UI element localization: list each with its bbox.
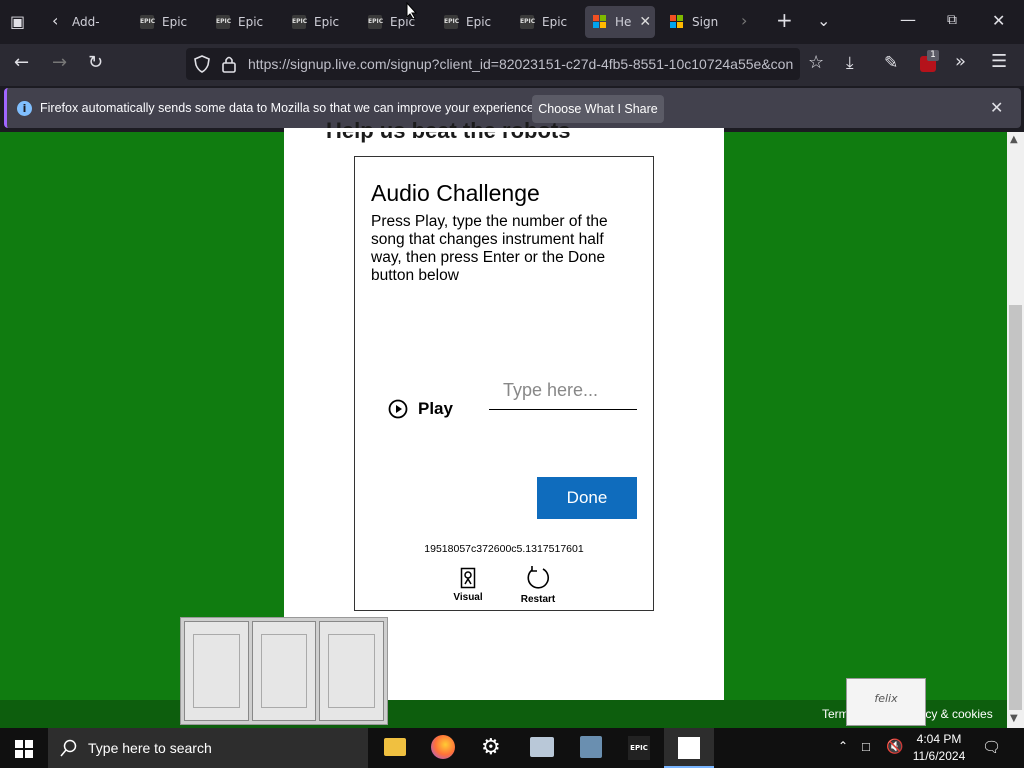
search-icon xyxy=(60,739,77,757)
cabinet-widget xyxy=(180,617,388,725)
restart-button[interactable]: Restart xyxy=(513,565,563,605)
epic-icon: EPIC xyxy=(520,15,535,29)
list-all-tabs-icon[interactable]: ⌄ xyxy=(817,13,830,29)
session-id: 19518057c372600c5.1317517601 xyxy=(424,543,584,555)
scroll-down-icon[interactable]: ▼ xyxy=(1010,713,1018,724)
cabinet-door xyxy=(184,621,249,721)
epic-icon: EPIC xyxy=(140,15,155,29)
restore-icon[interactable]: ⧉ xyxy=(947,12,957,28)
tab-2[interactable]: EPIC Epic xyxy=(140,6,196,38)
close-notification-icon[interactable]: ✕ xyxy=(990,100,1003,116)
tab-9[interactable]: Sign xyxy=(670,6,726,38)
epic-icon: EPIC xyxy=(368,15,383,29)
minimize-icon[interactable]: — xyxy=(900,12,916,28)
tab-1[interactable]: Add- xyxy=(72,6,116,38)
url-text[interactable]: https://signup.live.com/signup?client_id… xyxy=(248,56,800,74)
restart-icon xyxy=(527,566,550,589)
app-icon[interactable] xyxy=(580,736,602,758)
forward-icon[interactable]: → xyxy=(52,54,67,72)
play-label: Play xyxy=(418,399,453,418)
back-icon[interactable]: ← xyxy=(14,54,29,72)
menu-icon[interactable]: ☰ xyxy=(991,53,1007,71)
volume-muted-icon[interactable]: 🔇 xyxy=(886,738,903,755)
done-button[interactable]: Done xyxy=(537,477,637,519)
extensions-icon[interactable]: ✎ xyxy=(884,55,898,72)
tab-title: Epic xyxy=(238,15,264,29)
paw-app-icon xyxy=(678,737,700,759)
clock-time: 4:04 PM xyxy=(916,732,962,746)
visual-label: Visual xyxy=(453,592,483,603)
windows-start-icon[interactable] xyxy=(15,740,33,758)
epic-icon: EPIC xyxy=(292,15,307,29)
play-button[interactable]: Play xyxy=(388,398,453,420)
close-window-icon[interactable]: ✕ xyxy=(992,13,1005,29)
tab-title: Sign xyxy=(692,15,719,29)
tab-active[interactable]: He ✕ xyxy=(585,6,655,38)
tab-title: Epic xyxy=(542,15,568,29)
tab-3[interactable]: EPIC Epic xyxy=(216,6,272,38)
notification-text: Firefox automatically sends some data to… xyxy=(40,101,538,115)
new-tab-icon[interactable]: + xyxy=(776,10,793,30)
play-icon xyxy=(388,399,408,419)
microsoft-icon xyxy=(593,15,607,29)
close-tab-icon[interactable]: ✕ xyxy=(639,14,651,30)
captcha-title: Audio Challenge xyxy=(371,180,540,206)
search-placeholder: Type here to search xyxy=(88,740,212,756)
tab-4[interactable]: EPIC Epic xyxy=(292,6,348,38)
notifications-icon[interactable]: 🗨 xyxy=(982,738,1001,756)
mouse-cursor-icon xyxy=(406,2,418,20)
answer-input[interactable] xyxy=(489,372,637,410)
cabinet-door xyxy=(251,621,317,721)
tab-title: Add- xyxy=(72,15,100,29)
epic-games-icon[interactable]: EPIC xyxy=(628,736,650,760)
info-icon: i xyxy=(17,101,32,116)
cabinet-door xyxy=(319,621,385,721)
app-icon[interactable] xyxy=(530,737,554,757)
heading-clip xyxy=(284,128,724,132)
tab-overview-icon[interactable]: ▣ xyxy=(10,14,25,30)
tab-title: Epic xyxy=(314,15,340,29)
clock-date: 11/6/2024 xyxy=(912,749,966,763)
network-icon[interactable]: □ xyxy=(862,739,870,754)
epic-icon: EPIC xyxy=(216,15,231,29)
clock[interactable]: 4:04 PM 11/6/2024 xyxy=(912,732,966,763)
tab-6[interactable]: EPIC Epic xyxy=(444,6,500,38)
felix-box-widget: felix xyxy=(846,678,926,726)
reload-icon[interactable]: ↻ xyxy=(88,54,103,72)
file-explorer-icon[interactable] xyxy=(384,738,406,756)
firefox-icon[interactable] xyxy=(431,735,455,759)
extension-badge: 1 xyxy=(927,50,939,61)
shield-icon[interactable] xyxy=(194,55,210,73)
tab-scroll-left-icon[interactable]: ‹ xyxy=(52,13,58,29)
microsoft-icon xyxy=(670,15,684,29)
more-tools-icon[interactable]: » xyxy=(955,53,966,71)
tab-title: Epic xyxy=(162,15,188,29)
restart-label: Restart xyxy=(520,594,556,605)
visual-puzzle-icon xyxy=(460,567,476,589)
tab-title: He xyxy=(615,15,632,29)
show-hidden-icons-icon[interactable]: ⌃ xyxy=(838,739,848,753)
downloads-icon[interactable]: ⤓ xyxy=(846,55,854,72)
settings-gear-icon[interactable]: ⚙ xyxy=(481,735,501,760)
visual-button[interactable]: Visual xyxy=(443,567,493,603)
bookmark-star-icon[interactable]: ☆ xyxy=(808,54,824,72)
captcha-instructions: Press Play, type the number of the song … xyxy=(371,213,608,284)
tab-scroll-right-icon[interactable]: › xyxy=(741,13,747,29)
scroll-up-icon[interactable]: ▲ xyxy=(1010,134,1018,145)
epic-icon: EPIC xyxy=(444,15,459,29)
tab-title: Epic xyxy=(466,15,492,29)
scrollbar-thumb[interactable] xyxy=(1009,305,1022,710)
tab-7[interactable]: EPIC Epic xyxy=(520,6,576,38)
lock-icon[interactable] xyxy=(222,55,236,73)
